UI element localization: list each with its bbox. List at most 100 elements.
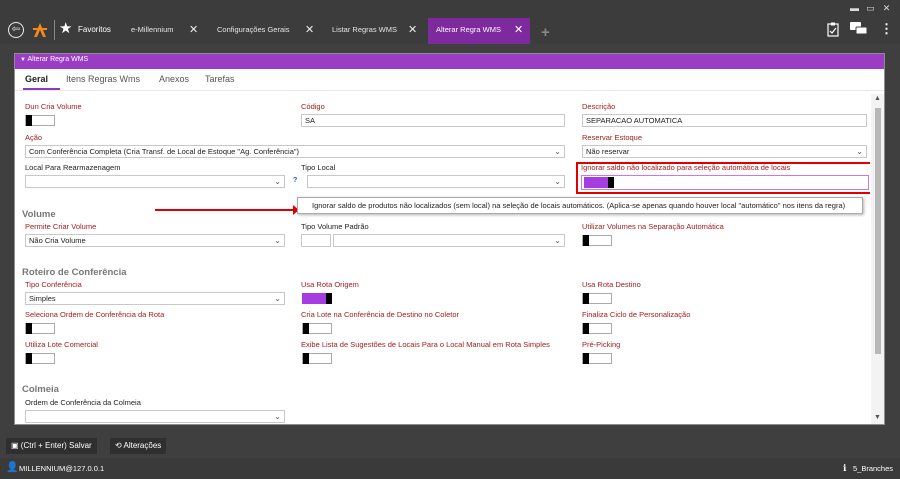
chevron-down-icon: ⌄ — [274, 294, 281, 303]
chevron-down-icon: ⌄ — [554, 177, 561, 186]
reservar-estoque-label: Reservar Estoque — [582, 133, 643, 142]
permite-criar-volume-select[interactable]: Não Cria Volume ⌄ — [25, 234, 285, 247]
subtab-anexos[interactable]: Anexos — [159, 74, 189, 84]
back-arrow-icon[interactable]: ⇦ — [8, 22, 24, 38]
tab-listar-regras-wms[interactable]: Listar Regras WMS ✕ — [324, 18, 424, 44]
minimize-icon[interactable]: ▬ — [849, 3, 860, 14]
changes-label: Alterações — [123, 441, 162, 450]
acao-label: Ação — [25, 133, 43, 142]
chat-icon[interactable] — [850, 22, 867, 36]
tab-label: Listar Regras WMS — [332, 25, 398, 34]
annotation-arrow — [155, 209, 297, 211]
subtab-itens-regras-wms[interactable]: Itens Regras Wms — [66, 74, 140, 84]
descricao-input[interactable]: SEPARACAO AUTOMATICA — [582, 114, 867, 127]
top-bar: ▬ ▭ ✕ ⇦ ★ Favoritos e-Millennium ✕ Confi… — [0, 0, 900, 44]
tab-label: e-Millennium — [131, 25, 174, 34]
pre-picking-toggle[interactable] — [582, 353, 612, 364]
codigo-input[interactable]: SA — [301, 114, 565, 127]
chevron-down-icon: ⌄ — [274, 412, 281, 421]
history-icon: ⟲ — [115, 441, 122, 450]
tipo-local-label: Tipo Local — [301, 163, 336, 172]
scroll-down-icon[interactable]: ▼ — [874, 414, 881, 421]
reservar-estoque-value: Não reservar — [586, 147, 630, 156]
reservar-estoque-select[interactable]: Não reservar ⌄ — [582, 145, 867, 158]
scroll-thumb[interactable] — [875, 108, 881, 354]
descricao-label: Descrição — [582, 102, 616, 111]
window-title-bar: ▼ Alterar Regra WMS — [15, 54, 884, 65]
rule-edit-window: ▼ Alterar Regra WMS Geral Itens Regras W… — [14, 53, 885, 425]
tab-alterar-regra-wms[interactable]: Alterar Regra WMS ✕ — [428, 18, 530, 44]
tipo-local-select[interactable]: ⌄ — [307, 175, 565, 188]
dun-cria-volume-toggle[interactable] — [25, 115, 55, 126]
acao-value: Com Conferência Completa (Cria Transf. d… — [29, 147, 300, 156]
local-rearmazenagem-select[interactable]: ⌄ — [25, 175, 285, 188]
close-tab-icon[interactable]: ✕ — [514, 23, 523, 36]
finaliza-ciclo-toggle[interactable] — [582, 323, 612, 334]
add-tab-icon[interactable]: + — [541, 24, 550, 41]
save-button[interactable]: ▣ (Ctrl + Enter) Salvar — [6, 438, 97, 454]
usa-rota-destino-label: Usa Rota Destino — [582, 280, 641, 289]
acao-select[interactable]: Com Conferência Completa (Cria Transf. d… — [25, 145, 565, 158]
cria-lote-toggle[interactable] — [302, 323, 332, 334]
seleciona-ordem-toggle[interactable] — [25, 323, 55, 334]
tipo-volume-padrao-select[interactable]: ⌄ — [333, 234, 565, 247]
user-icon: 👤 — [6, 462, 19, 473]
chevron-down-icon: ⌄ — [554, 147, 561, 156]
save-label: (Ctrl + Enter) Salvar — [20, 441, 92, 450]
highlight-box — [576, 162, 870, 194]
help-icon[interactable]: ? — [293, 177, 297, 184]
collapse-icon[interactable]: ▼ — [20, 57, 26, 63]
chevron-down-icon: ⌄ — [554, 236, 561, 245]
ordem-colmeia-label: Ordem de Conferência da Colmeia — [25, 398, 141, 407]
subtab-tarefas[interactable]: Tarefas — [205, 74, 235, 84]
chevron-down-icon: ⌄ — [274, 236, 281, 245]
utiliza-lote-toggle[interactable] — [25, 353, 55, 364]
usa-rota-destino-toggle[interactable] — [582, 293, 612, 304]
scroll-up-icon[interactable]: ▲ — [874, 95, 881, 102]
tipo-volume-padrao-code[interactable] — [301, 234, 331, 247]
user-label: MILLENNIUM@127.0.0.1 — [19, 464, 105, 473]
tab-label: Alterar Regra WMS — [436, 25, 502, 34]
close-tab-icon[interactable]: ✕ — [189, 23, 198, 36]
tipo-volume-padrao-label: Tipo Volume Padrão — [301, 222, 369, 231]
utilizar-volumes-toggle[interactable] — [582, 235, 612, 246]
seleciona-ordem-label: Seleciona Ordem de Conferência da Rota — [25, 310, 165, 319]
star-icon[interactable]: ★ — [59, 20, 72, 38]
close-window-icon[interactable]: ✕ — [881, 3, 892, 14]
close-tab-icon[interactable]: ✕ — [305, 23, 314, 36]
save-icon: ▣ — [11, 441, 19, 450]
tab-configuracoes-gerais[interactable]: Configurações Gerais ✕ — [209, 18, 321, 44]
tipo-conferencia-label: Tipo Conferência — [25, 280, 82, 289]
tipo-conferencia-select[interactable]: Simples ⌄ — [25, 292, 285, 305]
cria-lote-label: Cria Lote na Conferência de Destino no C… — [301, 310, 460, 319]
chevron-down-icon: ⌄ — [856, 147, 863, 156]
divider — [54, 20, 55, 40]
utilizar-volumes-label: Utilizar Volumes na Separação Automática — [582, 222, 724, 231]
form-area: Dun Cria Volume Código SA Descrição SEPA… — [15, 94, 870, 424]
branch-label: 5_Branches — [853, 464, 894, 473]
changes-button[interactable]: ⟲ Alterações — [110, 438, 167, 454]
permite-criar-volume-value: Não Cria Volume — [29, 236, 86, 245]
roteiro-section-title: Roteiro de Conferência — [22, 267, 127, 278]
ordem-colmeia-select[interactable]: ⌄ — [25, 410, 285, 423]
favorites-label[interactable]: Favoritos — [78, 25, 111, 34]
exibe-lista-toggle[interactable] — [302, 353, 332, 364]
subtab-geral[interactable]: Geral — [25, 74, 48, 84]
clipboard-icon[interactable] — [827, 22, 839, 37]
tab-e-millennium[interactable]: e-Millennium ✕ — [123, 18, 215, 44]
utiliza-lote-label: Utiliza Lote Comercial — [25, 340, 98, 349]
usa-rota-origem-label: Usa Rota Origem — [301, 280, 359, 289]
usa-rota-origem-toggle[interactable] — [302, 293, 332, 304]
tooltip: Ignorar saldo de produtos não localizado… — [297, 197, 863, 214]
info-icon: ℹ — [843, 463, 847, 473]
colmeia-section-title: Colmeia — [22, 384, 59, 395]
codigo-label: Código — [301, 102, 325, 111]
finaliza-ciclo-label: Finaliza Ciclo de Personalização — [582, 310, 691, 319]
vertical-scrollbar[interactable]: ▲ ▼ — [871, 94, 884, 424]
maximize-icon[interactable]: ▭ — [865, 3, 876, 14]
tipo-conferencia-value: Simples — [29, 294, 56, 303]
close-tab-icon[interactable]: ✕ — [408, 23, 417, 36]
pre-picking-label: Pré-Picking — [582, 340, 621, 349]
more-menu-icon[interactable]: ⋮ — [880, 22, 893, 36]
action-bar: ▣ (Ctrl + Enter) Salvar ⟲ Alterações — [0, 436, 900, 456]
